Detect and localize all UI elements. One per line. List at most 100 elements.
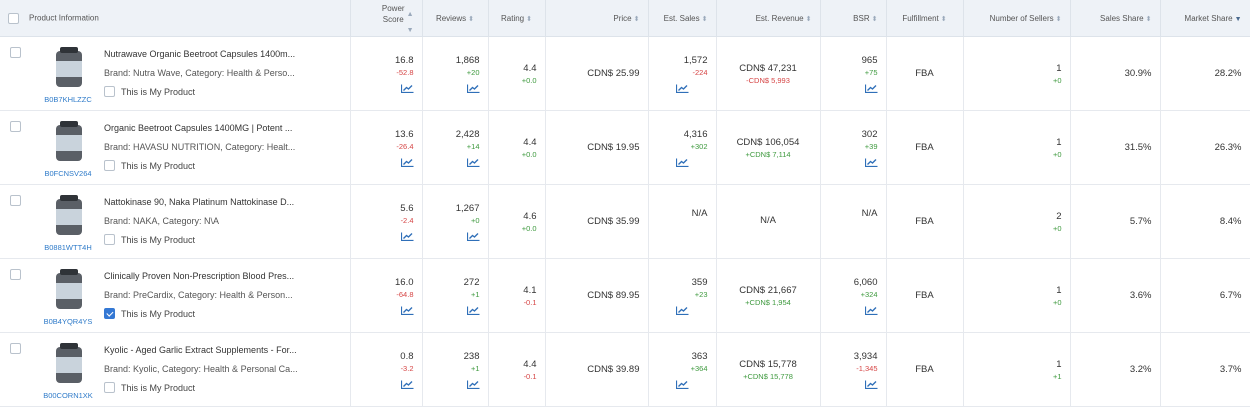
fulfillment-cell: FBA xyxy=(886,184,964,259)
product-thumbnail[interactable] xyxy=(46,119,92,165)
my-product-toggle[interactable]: This is My Product xyxy=(104,234,195,245)
rating-delta: -0.1 xyxy=(523,297,537,307)
product-title[interactable]: Clinically Proven Non-Prescription Blood… xyxy=(104,271,314,281)
trend-chart-icon[interactable] xyxy=(466,306,480,315)
trend-chart-icon[interactable] xyxy=(864,84,878,93)
header-est-sales[interactable]: Est. Sales ⬍ xyxy=(648,0,717,37)
sales-share-cell: 5.7% xyxy=(1070,184,1161,259)
my-product-checkbox[interactable] xyxy=(104,382,115,393)
trend-chart-icon[interactable] xyxy=(400,232,414,241)
select-all-checkbox[interactable] xyxy=(8,12,19,24)
product-cell: B0B4YQR4YS Clinically Proven Non-Prescri… xyxy=(0,258,351,333)
sort-icon[interactable]: ⬍ xyxy=(941,16,947,23)
header-market-share[interactable]: Market Share ▼ xyxy=(1160,0,1250,37)
product-thumbnail[interactable] xyxy=(46,267,92,313)
sort-icon[interactable]: ⬍ xyxy=(872,16,878,23)
power-score-delta: -52.8 xyxy=(396,67,414,77)
trend-chart-icon[interactable] xyxy=(466,84,480,93)
table-row[interactable]: B0B7KHLZZC Nutrawave Organic Beetroot Ca… xyxy=(0,36,1250,111)
header-bsr[interactable]: BSR ⬍ xyxy=(820,0,887,37)
product-brand-category: Brand: Kyolic, Category: Health & Person… xyxy=(104,364,298,374)
header-rating-label: Rating xyxy=(501,13,525,23)
product-title[interactable]: Kyolic - Aged Garlic Extract Supplements… xyxy=(104,345,314,355)
est-sales-cell: 359 +23 xyxy=(648,258,717,333)
header-price[interactable]: Price ⬍ xyxy=(545,0,649,37)
header-est-revenue[interactable]: Est. Revenue ⬍ xyxy=(716,0,821,37)
my-product-toggle[interactable]: This is My Product xyxy=(104,160,195,171)
trend-chart-icon[interactable] xyxy=(864,158,878,167)
table-row[interactable]: B0B4YQR4YS Clinically Proven Non-Prescri… xyxy=(0,258,1250,333)
product-thumbnail[interactable] xyxy=(46,341,92,387)
header-rating[interactable]: Rating ⬍ xyxy=(488,0,546,37)
asin-link[interactable]: B0B7KHLZZC xyxy=(36,95,100,104)
my-product-toggle[interactable]: This is My Product xyxy=(104,86,195,97)
sort-icon[interactable]: ⬍ xyxy=(806,16,812,23)
product-brand-category: Brand: Nutra Wave, Category: Health & Pe… xyxy=(104,68,295,78)
table-row[interactable]: B0FCNSV264 Organic Beetroot Capsules 140… xyxy=(0,110,1250,185)
my-product-label: This is My Product xyxy=(121,308,196,319)
trend-chart-icon[interactable] xyxy=(675,158,689,167)
product-brand-category: Brand: NAKA, Category: N\A xyxy=(104,216,220,226)
power-score-value: 5.6 xyxy=(400,202,414,214)
trend-chart-icon[interactable] xyxy=(400,380,414,389)
product-thumbnail[interactable] xyxy=(46,45,92,91)
header-sales-share[interactable]: Sales Share ⬍ xyxy=(1070,0,1161,37)
trend-chart-icon[interactable] xyxy=(675,380,689,389)
sort-icon[interactable]: ⬍ xyxy=(1146,16,1152,23)
sellers-delta: +0 xyxy=(1052,223,1062,233)
price-cell: CDN$ 35.99 xyxy=(545,184,649,259)
row-checkbox[interactable] xyxy=(10,47,21,58)
bsr-cell: 6,060 +324 xyxy=(820,258,887,333)
sort-icon[interactable]: ⬍ xyxy=(634,16,640,23)
asin-link[interactable]: B0B4YQR4YS xyxy=(36,317,100,326)
my-product-checkbox[interactable] xyxy=(104,160,115,171)
asin-link[interactable]: B0881WTT4H xyxy=(36,243,100,252)
my-product-checkbox[interactable] xyxy=(104,234,115,245)
trend-chart-icon[interactable] xyxy=(466,232,480,241)
sort-icon[interactable]: ⬍ xyxy=(1056,16,1062,23)
product-title[interactable]: Nattokinase 90, Naka Platinum Nattokinas… xyxy=(104,197,314,207)
asin-link[interactable]: B0FCNSV264 xyxy=(36,169,100,178)
row-checkbox[interactable] xyxy=(10,269,21,280)
header-product[interactable]: Product Information xyxy=(0,0,351,37)
trend-chart-icon[interactable] xyxy=(466,380,480,389)
trend-chart-icon[interactable] xyxy=(675,84,689,93)
trend-chart-icon[interactable] xyxy=(400,158,414,167)
bsr-value: N/A xyxy=(861,208,878,219)
asin-link[interactable]: B00CORN1XK xyxy=(36,391,100,400)
table-row[interactable]: B00CORN1XK Kyolic - Aged Garlic Extract … xyxy=(0,332,1250,407)
sort-icon[interactable]: ▲ ▼ xyxy=(407,11,414,34)
sort-icon[interactable]: ⬍ xyxy=(702,16,708,23)
my-product-checkbox[interactable] xyxy=(104,308,115,319)
trend-chart-icon[interactable] xyxy=(400,306,414,315)
header-reviews[interactable]: Reviews ⬍ xyxy=(422,0,489,37)
header-sellers[interactable]: Number of Sellers ⬍ xyxy=(963,0,1071,37)
est-sales-value: 363 xyxy=(691,350,708,362)
row-checkbox[interactable] xyxy=(10,121,21,132)
my-product-checkbox[interactable] xyxy=(104,86,115,97)
header-fulfillment[interactable]: Fulfillment ⬍ xyxy=(886,0,964,37)
row-checkbox[interactable] xyxy=(10,343,21,354)
my-product-toggle[interactable]: This is My Product xyxy=(104,382,195,393)
product-thumbnail[interactable] xyxy=(46,193,92,239)
trend-chart-icon[interactable] xyxy=(400,84,414,93)
product-title[interactable]: Organic Beetroot Capsules 1400MG | Poten… xyxy=(104,123,314,133)
sellers-delta: +0 xyxy=(1052,149,1062,159)
sort-icon[interactable]: ⬍ xyxy=(468,16,474,23)
sales-share-value: 5.7% xyxy=(1129,216,1152,227)
fulfillment-value: FBA xyxy=(915,364,934,375)
header-power-score[interactable]: Power Score▲ ▼ xyxy=(350,0,423,37)
trend-chart-icon[interactable] xyxy=(466,158,480,167)
price-cell: CDN$ 25.99 xyxy=(545,36,649,111)
row-checkbox[interactable] xyxy=(10,195,21,206)
trend-chart-icon[interactable] xyxy=(864,380,878,389)
sales-share-value: 31.5% xyxy=(1124,142,1152,153)
trend-chart-icon[interactable] xyxy=(675,306,689,315)
product-title[interactable]: Nutrawave Organic Beetroot Capsules 1400… xyxy=(104,49,314,59)
table-row[interactable]: B0881WTT4H Nattokinase 90, Naka Platinum… xyxy=(0,184,1250,259)
sales-share-cell: 30.9% xyxy=(1070,36,1161,111)
sort-icon[interactable]: ⬍ xyxy=(526,16,532,23)
sort-icon[interactable]: ▼ xyxy=(1235,16,1242,23)
trend-chart-icon[interactable] xyxy=(864,306,878,315)
my-product-toggle[interactable]: This is My Product xyxy=(104,308,195,319)
